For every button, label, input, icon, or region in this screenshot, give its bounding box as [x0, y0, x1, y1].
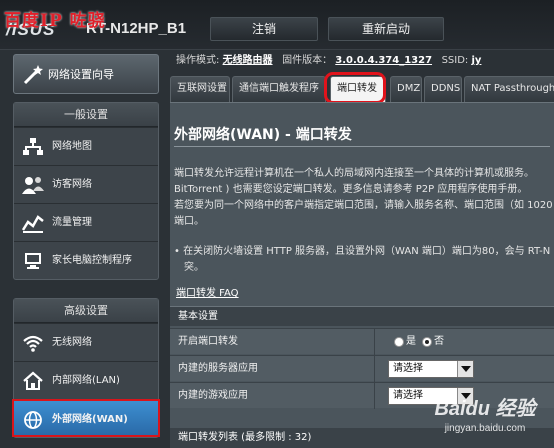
sidebar-item-lan[interactable]: 内部网络(LAN) — [14, 361, 158, 399]
top-bar: /ISUS RT-N12HP_B1 百度IP 咗骁 注销 重新启动 — [0, 0, 554, 50]
tab-internet-settings[interactable]: 互联网设置 — [170, 76, 230, 102]
chevron-down-icon — [457, 361, 473, 377]
tab-nat-passthrough[interactable]: NAT Passthrough — [464, 76, 554, 102]
mode-value[interactable]: 无线路由器 — [223, 55, 273, 66]
row-separator — [374, 329, 375, 355]
firmware-label: 固件版本： — [282, 55, 333, 66]
wireless-icon — [23, 335, 43, 352]
general-settings-heading: 一般设置 — [14, 103, 158, 127]
sidebar-item-label: 家长电脑控制程序 — [52, 255, 132, 266]
baidu-jingyan-watermark: Baidu 经验 jingyan.baidu.com — [420, 392, 550, 446]
guest-network-icon — [22, 177, 44, 194]
row-separator — [374, 383, 375, 409]
parental-control-icon — [25, 253, 41, 269]
tab-port-trigger[interactable]: 通信端口触发程序 — [232, 76, 326, 102]
ssid-value: jy — [471, 55, 482, 66]
note-bullet-cont: 突。 — [184, 262, 204, 273]
reboot-button[interactable]: 重新启动 — [328, 17, 444, 41]
description-line: 端口转发允许远程计算机在一个私人的局域网内连接至一个具体的计算机或服务。 — [174, 168, 534, 179]
sidebar-item-label: 访客网络 — [52, 179, 92, 190]
sidebar: 网络设置向导 一般设置 网络地图 访客网络 流量管理 家长电脑控制程序 高级设置… — [0, 50, 166, 448]
enable-port-forward-label: 开启端口转发 — [178, 336, 238, 347]
wan-globe-icon — [24, 411, 42, 429]
sidebar-item-label: 外部网络(WAN) — [52, 414, 128, 425]
general-settings-section: 一般设置 网络地图 访客网络 流量管理 家长电脑控制程序 — [13, 102, 159, 280]
baidu-watermark-top: 百度IP 咗骁 — [4, 11, 106, 31]
sidebar-item-network-map[interactable]: 网络地图 — [14, 127, 158, 165]
sidebar-item-wan[interactable]: 外部网络(WAN) — [12, 399, 160, 437]
tab-dmz[interactable]: DMZ — [390, 76, 422, 102]
faq-link[interactable]: 端口转发 FAQ — [176, 284, 239, 299]
server-app-select[interactable]: 请选择 — [388, 360, 474, 378]
network-map-icon — [23, 138, 43, 155]
sidebar-item-label: 网络地图 — [52, 141, 92, 152]
advanced-settings-section: 高级设置 无线网络 内部网络(LAN) 外部网络(WAN) — [12, 298, 160, 438]
description-line: BitTorrent ) 也需要您设定端口转发。更多信息请参考 P2P 应用程序… — [174, 184, 528, 195]
lan-home-icon — [23, 371, 43, 390]
page-title: 外部网络(WAN) - 端口转发 — [174, 127, 352, 143]
tab-ddns[interactable]: DDNS — [424, 76, 462, 102]
sidebar-item-guest-network[interactable]: 访客网络 — [14, 165, 158, 203]
note-bullet: • 在关闭防火墙设置 HTTP 服务器，且设置外网（WAN 端口）端口为80，会… — [174, 246, 551, 257]
sidebar-item-label: 无线网络 — [52, 337, 92, 348]
radio-no-label: 否 — [434, 336, 444, 347]
basic-settings-heading: 基本设置 — [170, 306, 554, 326]
row-separator — [374, 356, 375, 382]
status-strip: 操作模式: 无线路由器 固件版本： 3.0.0.4.374_1327 SSID:… — [166, 50, 554, 72]
server-app-select-value: 请选择 — [393, 363, 423, 374]
sidebar-item-parental-control[interactable]: 家长电脑控制程序 — [14, 241, 158, 279]
quick-setup-wizard-button[interactable]: 网络设置向导 — [13, 54, 159, 94]
enable-port-forward-row: 开启端口转发 是 否 — [170, 328, 554, 355]
description-line: 端口。 — [174, 216, 204, 227]
game-app-select-value: 请选择 — [393, 390, 423, 401]
server-app-label: 内建的服务器应用 — [178, 363, 258, 374]
title-divider — [174, 146, 550, 147]
radio-no[interactable] — [422, 337, 432, 347]
logout-button[interactable]: 注销 — [210, 17, 318, 41]
sidebar-item-traffic-manager[interactable]: 流量管理 — [14, 203, 158, 241]
sidebar-item-label: 流量管理 — [52, 217, 92, 228]
traffic-manager-icon — [22, 215, 44, 233]
mode-label: 操作模式: — [176, 55, 220, 66]
game-app-label: 内建的游戏应用 — [178, 390, 248, 401]
magic-wand-icon — [23, 65, 43, 85]
baidu-brand: Baidu 经验 — [434, 398, 536, 420]
radio-yes[interactable] — [394, 337, 404, 347]
server-app-row: 内建的服务器应用 请选择 — [170, 355, 554, 382]
baidu-url: jingyan.baidu.com — [444, 423, 526, 434]
sidebar-item-wireless[interactable]: 无线网络 — [14, 323, 158, 361]
advanced-settings-heading: 高级设置 — [14, 299, 158, 323]
main-area: 操作模式: 无线路由器 固件版本： 3.0.0.4.374_1327 SSID:… — [166, 50, 554, 448]
sidebar-item-label: 内部网络(LAN) — [52, 375, 120, 386]
description-line: 若您要为同一个网络中的客户端指定端口范围，请输入服务名称、端口范围（如 1020 — [174, 200, 553, 211]
radio-yes-label: 是 — [406, 336, 416, 347]
wizard-label: 网络设置向导 — [48, 68, 114, 81]
tab-highlight-annotation — [324, 72, 386, 104]
ssid-label: SSID: — [441, 55, 469, 66]
firmware-value[interactable]: 3.0.0.4.374_1327 — [335, 55, 432, 66]
